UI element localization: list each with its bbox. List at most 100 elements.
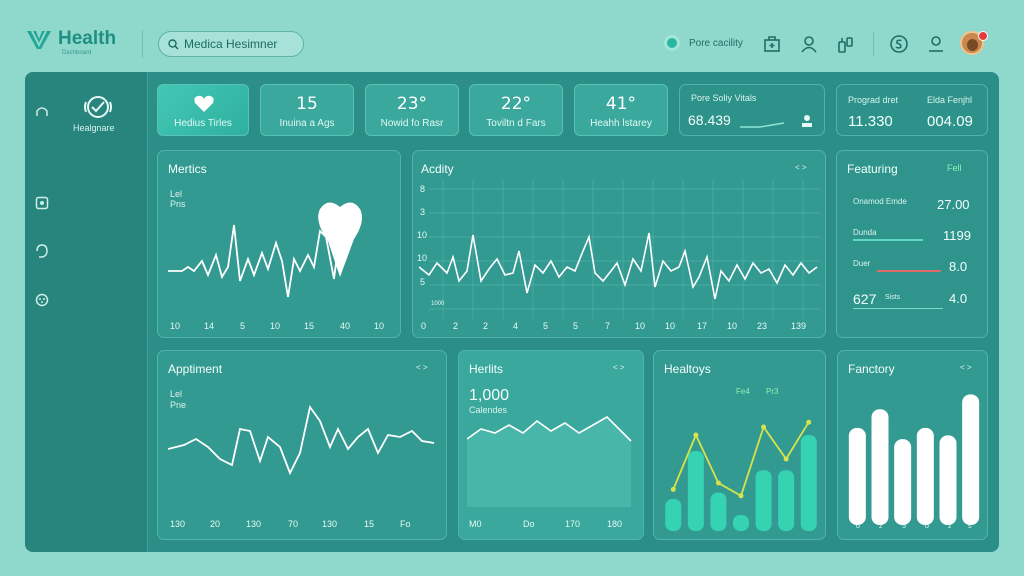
healtoys-bar (665, 499, 682, 531)
tile-temp-c-label: Heahh lstarey (590, 118, 652, 129)
healtoys-bar (800, 435, 817, 531)
appointment-xtick: 130 (170, 519, 186, 529)
activity-xtick: 0 (421, 321, 427, 331)
activity-ytick: 3 (420, 207, 426, 217)
metrics-xtick: 40 (340, 321, 351, 331)
activity-ytick: 5 (420, 277, 426, 287)
metrics-xtick: 10 (374, 321, 385, 331)
featuring-row-bar (877, 270, 941, 272)
healtoys-bar (687, 451, 704, 531)
brand-subtitle: Dashboard (62, 50, 92, 56)
featuring-row-lead: 627 (853, 291, 877, 307)
appointment-title: Apptiment (168, 362, 223, 376)
tile-temp-c-value: 41° (605, 94, 637, 114)
fanctory-bar (916, 427, 934, 525)
notification-badge-icon (978, 31, 988, 41)
metrics-card[interactable]: Mertics Lel Pns 10 14 5 10 15 40 10 (157, 150, 401, 338)
bottle-icon[interactable] (836, 34, 856, 54)
healtoys-bar (778, 470, 795, 531)
activity-xtick: 2 (483, 321, 489, 331)
sidebar-audio-icon[interactable] (34, 104, 50, 120)
brand[interactable]: Health (26, 28, 116, 50)
vitals-title: Pore Soliy Vitals (691, 93, 757, 103)
search-placeholder: Medica Hesimner (184, 37, 278, 51)
sidebar-support-icon[interactable] (34, 243, 50, 259)
herlits-card[interactable]: Herlits < > 1,000 Calendes M0 Do 170 180 (458, 350, 644, 540)
tile-temp-a[interactable]: 23° Nowid fo Rasr (365, 84, 459, 136)
fanctory-nav-arrows[interactable]: < > (960, 363, 972, 372)
activity-xtick: 7 (605, 321, 611, 331)
featuring-row-label: Dunda (853, 228, 877, 237)
herlits-nav-arrows[interactable]: < > (613, 363, 625, 372)
sidebar-records-icon[interactable] (34, 195, 50, 211)
activity-xtick: 10 (727, 321, 738, 331)
activity-sub-label: 1000 (431, 301, 445, 307)
metrics-xtick: 5 (240, 321, 246, 331)
featuring-row-value: 8.0 (949, 259, 968, 274)
featuring-row-value: 4.0 (949, 291, 968, 306)
user-icon[interactable] (799, 34, 819, 54)
fanctory-card[interactable]: Fanctory < > o z 5 o z s (837, 350, 988, 540)
activity-nav-arrows[interactable]: < > (795, 163, 807, 172)
vitals-card[interactable]: Pore Soliy Vitals 68.439 (679, 84, 825, 136)
fanctory-bar (848, 427, 866, 525)
tile-temp-b[interactable]: 22° Toviltn d Fars (469, 84, 563, 136)
status-indicator[interactable]: Pore cacility (664, 35, 743, 51)
brand-logo-icon (27, 30, 51, 49)
healtoys-legend-a: Fe4 (736, 387, 750, 396)
appointment-nav-arrows[interactable]: < > (416, 363, 428, 372)
activity-xtick: 10 (665, 321, 676, 331)
search-input[interactable]: Medica Hesimner (158, 31, 304, 57)
hospital-icon[interactable] (762, 34, 782, 54)
fanctory-xtick: o (925, 523, 929, 530)
activity-xtick: 2 (453, 321, 459, 331)
activity-line (419, 232, 818, 300)
appointment-card[interactable]: Apptiment < > Lel Pne 130 20 130 70 130 … (157, 350, 447, 540)
fanctory-bar-chart (848, 394, 980, 525)
stats-label-b: Elda Fenjhl (927, 95, 973, 105)
appointment-axis-label-1: Lel (170, 389, 183, 399)
tile-temp-c[interactable]: 41° Heahh lstarey (574, 84, 668, 136)
fanctory-xtick: s (968, 523, 972, 530)
fanctory-bar (894, 439, 912, 525)
sidebar-settings-icon[interactable] (34, 292, 50, 308)
healtoys-bar (755, 470, 772, 531)
tile-temp-a-value: 23° (396, 94, 428, 114)
tile-temp-a-label: Nowid fo Rasr (380, 118, 444, 129)
healtoys-bar (733, 515, 749, 531)
fanctory-bar (962, 394, 980, 525)
appointment-xtick: Fo (400, 519, 411, 529)
billing-icon[interactable] (889, 34, 909, 54)
appointment-xtick: 20 (210, 519, 221, 529)
activity-card[interactable]: Acdity < > 8 3 10 10 5 1000 0 2 2 4 5 5 … (412, 150, 826, 338)
activity-xtick: 4 (513, 321, 519, 331)
appointment-xtick: 70 (288, 519, 299, 529)
herlits-xtick: 180 (607, 519, 623, 529)
fanctory-xtick: z (879, 523, 883, 530)
top-bar: Health Dashboard Medica Hesimner Pore ca… (0, 0, 1024, 72)
featuring-filter[interactable]: Fell (947, 163, 962, 173)
healtoys-point (738, 493, 744, 499)
activity-ytick: 10 (417, 253, 428, 263)
activity-xtick: 23 (757, 321, 768, 331)
healtoys-card[interactable]: Healtoys Fe4 Pr3 (653, 350, 826, 540)
fanctory-xtick: 5 (902, 523, 906, 530)
stats-value-a: 11.330 (848, 113, 893, 130)
stats-label-a: Prograd dret (848, 95, 899, 105)
featuring-card[interactable]: Featuring Fell Onamod Emde 27.00 Dunda 1… (836, 150, 988, 338)
healtoys-point (670, 486, 676, 492)
tile-heart[interactable]: Hedius Tirles (157, 84, 249, 136)
fanctory-bar (939, 435, 957, 525)
herlits-value: 1,000 (469, 387, 510, 404)
activity-ytick: 8 (420, 184, 426, 194)
sidebar-logo-label: Healgnare (73, 123, 115, 133)
tile-temp-b-label: Toviltn d Fars (486, 118, 546, 129)
vitals-sparkline (740, 122, 785, 128)
metrics-xtick: 14 (204, 321, 215, 331)
metrics-title: Mertics (168, 162, 207, 176)
stats-card[interactable]: Prograd dret Elda Fenjhl 11.330 004.09 (836, 84, 988, 136)
metrics-xtick: 15 (304, 321, 315, 331)
profile-icon[interactable] (926, 34, 946, 54)
tile-age[interactable]: 15 Inuina a Ags (260, 84, 354, 136)
herlits-title: Herlits (469, 362, 504, 376)
